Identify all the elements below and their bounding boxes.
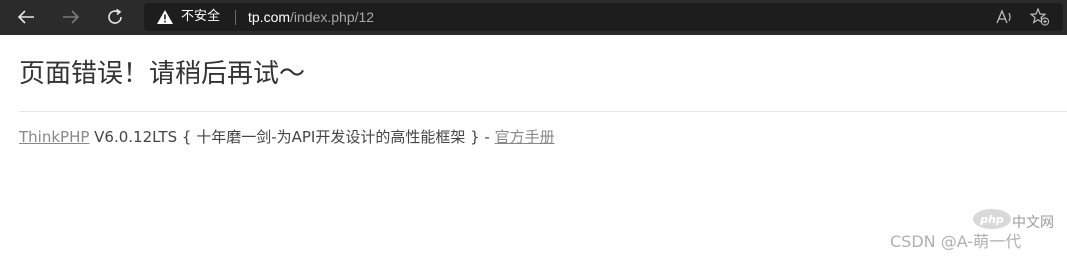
csdn-watermark: CSDN @A-萌一代 [890, 232, 1022, 251]
php-logo-text: php [979, 213, 1004, 226]
version-text: V6.0.12LTS { 十年磨一剑-为API开发设计的高性能框架 } - [89, 128, 495, 146]
browser-toolbar: 不安全 tp.com/index.php/12 [0, 0, 1067, 35]
forward-button[interactable] [57, 4, 85, 30]
divider [19, 111, 1067, 112]
address-separator [235, 10, 236, 25]
arrow-left-icon [17, 10, 34, 24]
page-title: 页面错误！请稍后再试～ [19, 59, 306, 89]
back-button[interactable] [12, 4, 40, 30]
url-path: /index.php/12 [290, 9, 375, 25]
manual-link[interactable]: 官方手册 [495, 128, 555, 146]
reload-button[interactable] [101, 4, 129, 30]
address-bar[interactable]: 不安全 tp.com/index.php/12 [144, 3, 1063, 31]
url-text[interactable]: tp.com/index.php/12 [248, 8, 374, 26]
framework-info: ThinkPHP V6.0.12LTS { 十年磨一剑-为API开发设计的高性能… [19, 126, 555, 148]
php-logo: php [973, 209, 1011, 229]
read-aloud-icon[interactable] [996, 9, 1016, 25]
security-label[interactable]: 不安全 [181, 8, 220, 26]
thinkphp-link[interactable]: ThinkPHP [19, 128, 89, 146]
url-domain: tp.com [248, 9, 291, 25]
reload-icon [108, 8, 122, 24]
arrow-right-icon [63, 10, 80, 24]
warning-icon[interactable] [156, 9, 174, 25]
favorite-star-icon[interactable] [1030, 8, 1050, 26]
